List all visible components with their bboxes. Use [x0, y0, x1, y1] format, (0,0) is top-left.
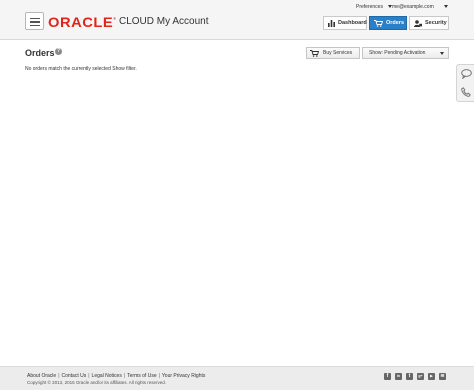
empty-state-message: No orders match the currently selected S…	[25, 66, 137, 72]
tab-security-label: Security	[425, 20, 447, 26]
twitter-icon[interactable]: t	[406, 373, 413, 380]
cart-icon	[310, 49, 319, 57]
menu-icon[interactable]	[25, 12, 44, 30]
security-icon	[414, 19, 422, 27]
footer-link-privacy[interactable]: Your Privacy Rights	[162, 373, 205, 379]
tab-dashboard-label: Dashboard	[338, 20, 367, 26]
side-help-panel	[456, 64, 474, 102]
header-bar: ORACLE ® CLOUD My Account Preferences me…	[0, 0, 474, 40]
footer-separator: |	[88, 373, 90, 379]
phone-icon[interactable]	[460, 86, 472, 98]
google-plus-icon[interactable]: g+	[417, 373, 424, 380]
chevron-down-icon[interactable]	[444, 5, 448, 8]
chevron-down-icon	[440, 52, 444, 55]
chat-icon[interactable]	[460, 68, 472, 80]
registered-mark: ®	[113, 16, 117, 21]
logo-text: ORACLE	[48, 14, 114, 30]
footer-link-legal[interactable]: Legal Notices	[92, 373, 122, 379]
buy-services-button[interactable]: Buy Services	[306, 47, 360, 59]
footer-link-contact[interactable]: Contact Us	[62, 373, 87, 379]
footer-separator: |	[158, 373, 160, 379]
tab-orders-label: Orders	[386, 20, 405, 26]
footer-link-terms[interactable]: Terms of Use	[127, 373, 156, 379]
tab-dashboard[interactable]: Dashboard	[323, 16, 367, 30]
footer-separator: |	[58, 373, 60, 379]
tab-orders[interactable]: Orders	[369, 16, 407, 30]
buy-services-label: Buy Services	[323, 50, 353, 56]
facebook-icon[interactable]: f	[384, 373, 391, 380]
footer: About Oracle | Contact Us | Legal Notice…	[0, 366, 474, 390]
preferences-menu[interactable]: Preferences	[356, 4, 393, 10]
copyright-text: Copyright © 2013, 2015 Oracle and/or its…	[27, 380, 167, 385]
product-title: CLOUD My Account	[119, 16, 209, 27]
footer-link-about[interactable]: About Oracle	[27, 373, 56, 379]
page-title: Orders	[25, 48, 55, 58]
youtube-icon[interactable]: ▶	[428, 373, 435, 380]
tab-security[interactable]: Security	[409, 16, 449, 30]
rss-icon[interactable]: ≋	[439, 373, 446, 380]
show-filter-value: Show: Pending Activation	[369, 50, 426, 56]
preferences-label: Preferences	[356, 4, 383, 10]
help-icon[interactable]: ?	[55, 48, 62, 55]
footer-links: About Oracle | Contact Us | Legal Notice…	[27, 373, 205, 379]
linkedin-icon[interactable]: in	[395, 373, 402, 380]
footer-separator: |	[123, 373, 126, 379]
show-filter-select[interactable]: Show: Pending Activation	[362, 47, 449, 59]
user-menu[interactable]: me@example.com	[392, 4, 434, 10]
oracle-logo[interactable]: ORACLE ®	[48, 14, 117, 30]
dashboard-icon	[328, 19, 335, 27]
social-links: f in t g+ ▶ ≋	[384, 373, 446, 380]
user-email: me@example.com	[392, 4, 434, 10]
cart-icon	[374, 19, 383, 27]
